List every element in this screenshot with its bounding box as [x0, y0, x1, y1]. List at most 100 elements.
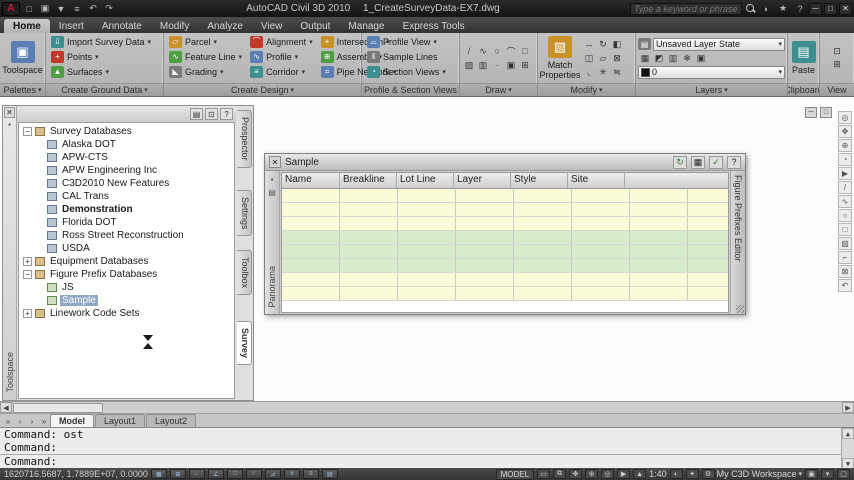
expand-icon[interactable] — [23, 257, 32, 266]
search-input[interactable] — [630, 2, 742, 15]
tree-item-database[interactable]: Ross Street Reconstruction — [19, 229, 234, 242]
layer-freeze-icon[interactable]: ❄ — [680, 52, 694, 65]
undo-icon[interactable]: ↶ — [86, 2, 100, 15]
communication-center-icon[interactable]: ◗ — [759, 2, 773, 15]
profile-button[interactable]: ∿ Profile ▾ — [247, 49, 316, 64]
search-icon[interactable] — [745, 3, 756, 14]
move-icon[interactable]: ↔ — [582, 38, 596, 51]
trim-icon[interactable]: ◧ — [610, 38, 624, 51]
line-icon[interactable]: / — [838, 181, 852, 194]
drawing-minimize-icon[interactable]: ─ — [805, 107, 817, 118]
tree-item-figure-prefix-db[interactable]: JS — [19, 281, 234, 294]
layer-state-dropdown[interactable]: Unsaved Layer State ▾ — [653, 37, 785, 51]
plot-icon[interactable]: ≡ — [70, 2, 84, 15]
auto-annotation-icon[interactable]: ✦ — [685, 469, 699, 479]
layer-lock-icon[interactable]: ▣ — [694, 52, 708, 65]
line-icon[interactable]: / — [462, 45, 476, 58]
panel-label-create-ground-data[interactable]: Create Ground Data ▾ — [46, 83, 163, 96]
tab-manage[interactable]: Manage — [339, 19, 393, 33]
column-header-site[interactable]: Site — [568, 173, 625, 188]
first-layout-icon[interactable]: « — [2, 415, 14, 427]
snap-toggle[interactable]: ▦ — [150, 469, 167, 479]
scroll-right-icon[interactable]: ▶ — [842, 402, 854, 413]
horizontal-scrollbar[interactable]: ◀ ▶ — [0, 401, 854, 413]
model-space-button[interactable]: MODEL — [495, 468, 535, 480]
command-input[interactable]: Command: — [0, 454, 854, 468]
tab-figure-prefixes-editor[interactable]: Figure Prefixes Editor — [733, 175, 743, 262]
polyline-icon[interactable]: ∿ — [476, 45, 490, 58]
help-icon[interactable]: ? — [793, 2, 807, 15]
panel-label-create-design[interactable]: Create Design ▾ — [164, 83, 361, 96]
command-line-area[interactable]: Command: ost Command: Command: ▲ ▼ — [0, 427, 854, 469]
table-row[interactable] — [282, 259, 728, 273]
table-row[interactable] — [282, 287, 728, 301]
collapse-icon[interactable] — [23, 127, 32, 136]
toolspace-close-icon[interactable]: ✕ — [4, 107, 15, 118]
tab-express-tools[interactable]: Express Tools — [394, 19, 474, 33]
named-views-icon[interactable]: ⊡ — [830, 45, 844, 58]
table-row[interactable] — [282, 273, 728, 287]
explode-icon[interactable]: ✳ — [596, 66, 610, 79]
layer-off-icon[interactable]: ◩ — [652, 52, 666, 65]
zoom-icon[interactable]: ⊕ — [585, 469, 599, 479]
minimize-icon[interactable]: ─ — [809, 2, 822, 15]
drawing-restore-icon[interactable]: □ — [820, 107, 832, 118]
osnap-toggle[interactable]: □ — [226, 469, 243, 479]
steering-wheel-icon[interactable]: ◎ — [838, 111, 852, 124]
quick-view-drawings-icon[interactable]: ⧉ — [553, 469, 567, 479]
lwt-toggle[interactable]: ≡ — [302, 469, 319, 479]
qp-toggle[interactable]: ▤ — [321, 469, 338, 479]
polyline-icon[interactable]: ∿ — [838, 195, 852, 208]
panel-label-palettes[interactable]: Palettes ▾ — [0, 83, 45, 96]
panel-label-profile-section-views[interactable]: Profile & Section Views — [362, 83, 459, 96]
application-menu-button[interactable]: A — [2, 1, 20, 16]
panorama-help-icon[interactable]: ? — [727, 155, 741, 169]
measure-icon[interactable]: ⌐ — [838, 251, 852, 264]
tree-item-database[interactable]: Alaska DOT — [19, 138, 234, 151]
tab-prospector[interactable]: Prospector — [237, 110, 252, 168]
points-button[interactable]: + Points ▾ — [48, 49, 161, 64]
table-row[interactable] — [282, 231, 728, 245]
column-header-layer[interactable]: Layer — [454, 173, 511, 188]
offset-icon[interactable]: ≒ — [610, 66, 624, 79]
column-header-name[interactable]: Name — [282, 173, 340, 188]
pan-icon[interactable]: ✥ — [838, 125, 852, 138]
panorama-autohide-pin-icon[interactable]: ▪ — [267, 175, 278, 186]
tree-item-figure-prefix-databases[interactable]: Figure Prefix Databases — [19, 268, 234, 281]
favorites-star-icon[interactable]: ★ — [776, 2, 790, 15]
tree-item-equipment-databases[interactable]: Equipment Databases — [19, 255, 234, 268]
tab-layout1[interactable]: Layout1 — [95, 414, 146, 427]
column-header-lot-line[interactable]: Lot Line — [397, 173, 454, 188]
rectangle-icon[interactable]: □ — [518, 45, 532, 58]
table-icon[interactable]: ⊞ — [518, 59, 532, 72]
annotation-scale-icon[interactable]: ▲ — [633, 469, 647, 479]
tree-item-database-current[interactable]: Demonstration — [19, 203, 234, 216]
polar-toggle[interactable]: ∠ — [207, 469, 224, 479]
rotate-icon[interactable]: ↻ — [596, 38, 610, 51]
region-icon[interactable]: ▣ — [504, 59, 518, 72]
tree-item-database[interactable]: USDA — [19, 242, 234, 255]
otrack-toggle[interactable]: ∕ — [245, 469, 262, 479]
feature-line-button[interactable]: ∿ Feature Line ▾ — [166, 49, 245, 64]
pan-icon[interactable]: ✥ — [569, 469, 583, 479]
scroll-up-icon[interactable]: ▲ — [842, 428, 854, 439]
gradient-icon[interactable]: ▥ — [476, 59, 490, 72]
tab-output[interactable]: Output — [291, 19, 339, 33]
undo-icon[interactable]: ↶ — [838, 279, 852, 292]
steering-wheel-icon[interactable]: ◎ — [601, 469, 615, 479]
expand-icon[interactable] — [23, 309, 32, 318]
collapse-icon[interactable] — [23, 270, 32, 279]
tree-item-linework-code-sets[interactable]: Linework Code Sets — [19, 307, 234, 320]
quick-view-layouts-icon[interactable]: ▭ — [537, 469, 551, 479]
toolspace-button[interactable]: ▣ Toolspace — [2, 34, 43, 82]
new-icon[interactable]: □ — [22, 2, 36, 15]
import-survey-data-button[interactable]: ⇩ Import Survey Data ▾ — [48, 34, 161, 49]
hatch-icon[interactable]: ▨ — [838, 237, 852, 250]
close-icon[interactable]: ✕ — [839, 2, 852, 15]
resize-grip[interactable] — [736, 305, 744, 313]
arc-icon[interactable]: ⌒ — [504, 45, 518, 58]
ducs-toggle[interactable]: ⊿ — [264, 469, 281, 479]
layer-dropdown[interactable]: 0 ▾ — [638, 65, 785, 79]
tab-settings[interactable]: Settings — [237, 189, 252, 237]
refresh-icon[interactable]: ↻ — [673, 155, 687, 169]
